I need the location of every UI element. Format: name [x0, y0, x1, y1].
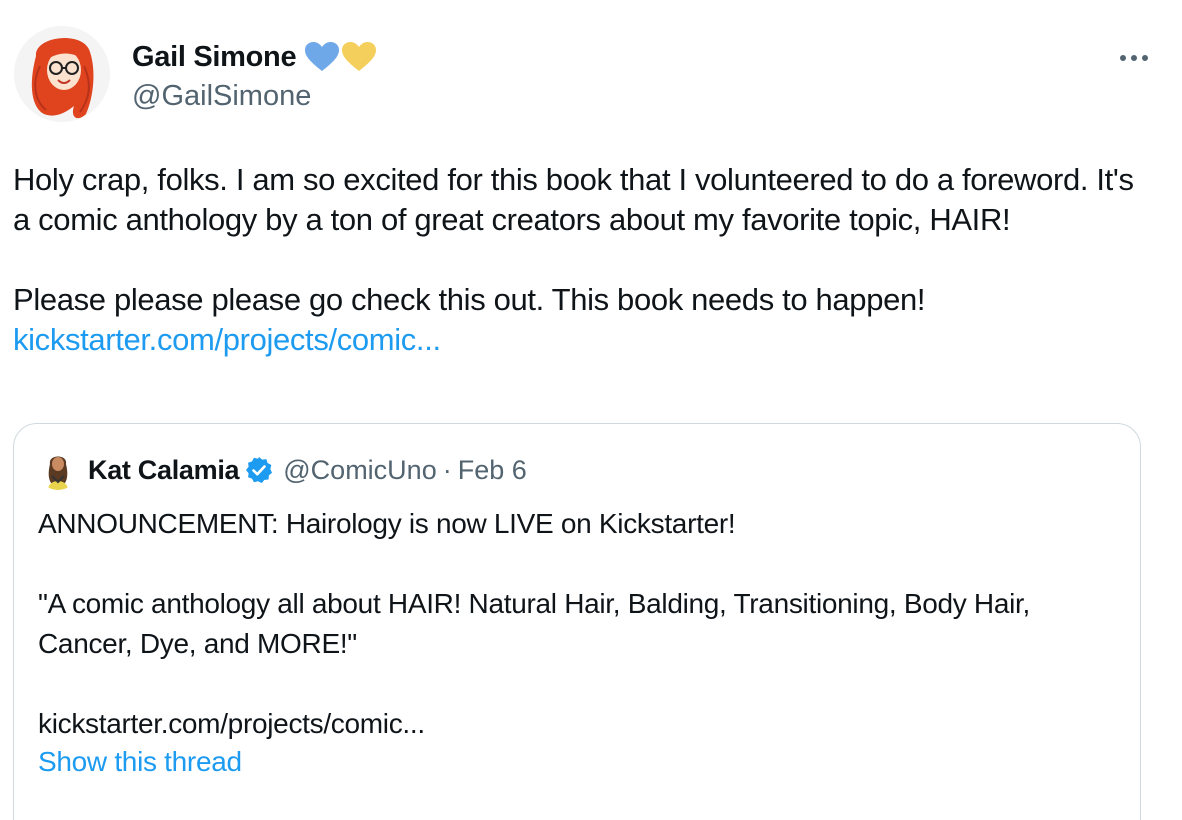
yellow-heart-icon	[342, 42, 377, 71]
avatar-illustration	[14, 26, 110, 122]
author-name-row: Gail Simone	[132, 38, 377, 76]
quoted-tweet-line: ANNOUNCEMENT: Hairology is now LIVE on K…	[38, 508, 736, 539]
quoted-avatar-illustration	[38, 450, 78, 490]
author-info: Gail Simone @GailSimone	[132, 38, 377, 113]
blue-heart-icon	[305, 42, 340, 71]
author-display-name[interactable]: Gail Simone	[132, 41, 297, 74]
quoted-tweet-line: "A comic anthology all about HAIR! Natur…	[38, 588, 1031, 659]
separator-dot: ·	[442, 454, 452, 485]
quoted-tweet-date: Feb 6	[457, 454, 527, 485]
author-avatar[interactable]	[14, 26, 110, 122]
tweet: Gail Simone @GailSimone Holy crap, folks…	[0, 0, 1182, 820]
quoted-tweet-header: Kat Calamia @ComicUno · Feb 6	[38, 450, 527, 490]
show-thread-link[interactable]: Show this thread	[38, 746, 242, 778]
verified-badge-icon	[245, 456, 273, 484]
quoted-tweet-text: ANNOUNCEMENT: Hairology is now LIVE on K…	[38, 504, 1118, 744]
quoted-author-avatar	[38, 450, 78, 490]
tweet-text: Holy crap, folks. I am so excited for th…	[13, 160, 1153, 360]
quoted-tweet[interactable]: Kat Calamia @ComicUno · Feb 6 ANNOUNCEME…	[13, 423, 1141, 820]
tweet-paragraph: Holy crap, folks. I am so excited for th…	[13, 162, 1134, 237]
tweet-paragraph: Please please please go check this out. …	[13, 282, 926, 317]
more-horizontal-icon	[1120, 55, 1148, 61]
quoted-author-handle: @ComicUno	[283, 454, 437, 485]
author-handle[interactable]: @GailSimone	[132, 80, 377, 113]
quoted-tweet-line: kickstarter.com/projects/comic...	[38, 708, 425, 739]
author-badges	[304, 41, 377, 73]
quoted-author-display-name: Kat Calamia	[88, 454, 240, 485]
more-options-button[interactable]	[1114, 38, 1154, 78]
tweet-link[interactable]: kickstarter.com/projects/comic...	[13, 322, 441, 357]
